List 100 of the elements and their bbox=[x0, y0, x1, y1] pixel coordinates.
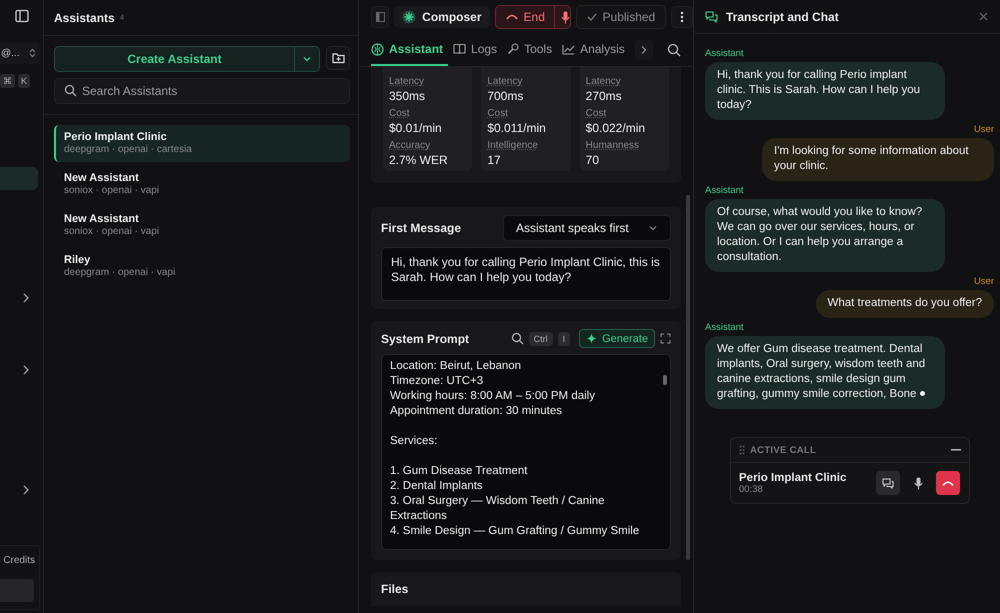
expand-icon[interactable] bbox=[660, 333, 671, 344]
metric-label: Cost bbox=[487, 108, 508, 119]
assistant-item[interactable]: New Assistant soniox · openai · vapi bbox=[54, 166, 350, 203]
close-icon[interactable] bbox=[979, 12, 988, 21]
assistant-name: Perio Implant Clinic bbox=[64, 130, 168, 144]
microphone-icon bbox=[914, 476, 922, 490]
chevron-down-icon bbox=[302, 54, 312, 64]
message-bubble: Hi, thank you for calling Perio implant clinic. This is Sarah. How can I help you today? bbox=[705, 62, 945, 120]
wrench-icon bbox=[507, 43, 520, 55]
speaker-label: Assistant bbox=[705, 48, 745, 59]
drag-handle-icon[interactable] bbox=[739, 445, 745, 455]
card-title: ACTIVE CALL bbox=[750, 444, 816, 456]
published-button[interactable]: Published bbox=[576, 5, 666, 29]
panel-title: Transcript and Chat bbox=[726, 10, 839, 24]
tab[interactable]: Tools bbox=[507, 34, 558, 66]
metric-value: 700ms bbox=[487, 89, 524, 103]
panel-title: Assistants bbox=[54, 10, 115, 24]
search-icon[interactable] bbox=[666, 43, 681, 57]
metric-value: 350ms bbox=[389, 89, 426, 103]
panel-icon bbox=[376, 12, 385, 22]
credits-label: Credits bbox=[3, 555, 35, 566]
chevron-right-icon[interactable] bbox=[22, 292, 30, 304]
assistant-item[interactable]: Perio Implant Clinic deepgram · openai · cartesia bbox=[54, 125, 350, 162]
chat-icon bbox=[882, 478, 894, 488]
speaker-label: Assistant bbox=[705, 322, 745, 333]
first-speaker-dropdown[interactable]: Assistant speaks first bbox=[503, 215, 671, 241]
metric-label: Accuracy bbox=[389, 140, 430, 151]
section-label: First Message bbox=[381, 221, 462, 235]
new-folder-button[interactable] bbox=[326, 46, 350, 70]
workspace-selector[interactable]: @... bbox=[0, 42, 40, 64]
metric-value: 70 bbox=[586, 153, 600, 167]
folder-plus-icon bbox=[332, 52, 344, 64]
system-prompt-field[interactable]: Location: Beirut, Lebanon Timezone: UTC+3 Working hours: 8:00 AM – 5:00 PM daily Appointment duration: 30 minutes Services: 1. Gum Disease Treatment 2. Dental Implants 3. Oral Surgery — Wisdom Teeth / Canine Extractions 4. Smile Design — Gum Grafting / Gummy Smile bbox=[381, 354, 671, 550]
tab[interactable]: Logs bbox=[453, 34, 502, 66]
caller-name: Perio Implant Clinic bbox=[739, 472, 848, 484]
phone-icon bbox=[506, 13, 518, 21]
speaker-label: Assistant bbox=[705, 185, 745, 196]
sidebar-toggle-icon[interactable] bbox=[15, 9, 29, 23]
assistant-count: 4 bbox=[120, 13, 124, 22]
shortcut-key: ⌘ bbox=[0, 74, 15, 88]
book-icon bbox=[453, 43, 466, 55]
scrollbar[interactable] bbox=[686, 195, 690, 560]
call-duration: 00:38 bbox=[739, 484, 764, 494]
message-bubble: Of course, what would you like to know? We can go over our services, hours, or location. Or I can help you arrange a consultation. bbox=[705, 199, 945, 272]
panel-toggle-button[interactable] bbox=[371, 6, 390, 28]
composer-button[interactable]: Composer bbox=[394, 6, 490, 28]
generate-button[interactable]: Generate bbox=[579, 329, 655, 348]
metric-value: 270ms bbox=[586, 89, 623, 103]
metric-value: $0.01/min bbox=[389, 121, 443, 135]
message-bubble: What treatments do you offer? bbox=[816, 290, 994, 318]
chevron-right-icon bbox=[640, 45, 648, 55]
logo-icon bbox=[402, 10, 416, 24]
composer-label: Composer bbox=[422, 10, 482, 24]
more-options-button[interactable] bbox=[671, 6, 693, 28]
shortcut-key: I bbox=[558, 332, 570, 346]
chevron-right-icon[interactable] bbox=[22, 364, 30, 376]
assistant-item[interactable]: New Assistant soniox · openai · vapi bbox=[54, 207, 350, 244]
metric-label: Cost bbox=[586, 108, 606, 119]
scroll-tabs-button[interactable] bbox=[634, 40, 653, 60]
shortcut-key: K bbox=[18, 74, 30, 88]
phone-icon bbox=[942, 480, 954, 486]
metric-label: Latency bbox=[487, 76, 522, 87]
assistant-item[interactable]: Riley deepgram · openai · vapi bbox=[54, 248, 350, 285]
assistant-name: New Assistant bbox=[64, 212, 140, 226]
sparkle-icon bbox=[586, 333, 598, 344]
metric-label: Latency bbox=[586, 76, 621, 87]
microphone-button[interactable] bbox=[554, 6, 570, 28]
check-icon bbox=[586, 13, 597, 21]
typing-indicator bbox=[920, 391, 926, 396]
message-bubble: We offer Gum disease treatment. Dental implants, Oral surgery, wisdom teeth and canine extractions, smile design gum grafting, gummy smile correction, Bone bbox=[705, 336, 945, 409]
search-field[interactable]: Search Assistants bbox=[54, 78, 350, 104]
section-label: System Prompt bbox=[381, 332, 470, 346]
tab[interactable]: Analysis bbox=[562, 34, 630, 66]
assistant-providers: soniox · openai · vapi bbox=[64, 185, 160, 197]
minimize-icon[interactable] bbox=[951, 449, 961, 451]
metric-value: $0.022/min bbox=[586, 121, 646, 135]
metric-value: $0.011/min bbox=[487, 121, 547, 135]
brain-icon bbox=[371, 42, 384, 56]
microphone-icon bbox=[560, 10, 570, 24]
first-message-field[interactable]: Hi, thank you for calling Perio Implant Clinic, this is Sarah. How can I help you today? bbox=[381, 247, 671, 301]
assistant-providers: deepgram · openai · cartesia bbox=[64, 144, 193, 156]
chat-icon bbox=[705, 10, 718, 22]
assistant-providers: soniox · openai · vapi bbox=[64, 226, 160, 238]
metric-value: 17 bbox=[487, 153, 502, 167]
assistant-name: Riley bbox=[64, 253, 92, 267]
shortcut-key: Ctrl bbox=[528, 332, 553, 346]
hang-up-button[interactable] bbox=[936, 471, 960, 495]
metric-label: Cost bbox=[389, 108, 410, 119]
assistant-name: New Assistant bbox=[64, 171, 140, 185]
chat-button[interactable] bbox=[876, 471, 900, 495]
section-label: Files bbox=[381, 582, 408, 596]
more-icon bbox=[680, 11, 684, 23]
metric-value: 2.7% WER bbox=[389, 153, 449, 167]
search-icon[interactable] bbox=[510, 332, 524, 345]
metric-label: Latency bbox=[389, 76, 424, 87]
chevron-right-icon[interactable] bbox=[22, 484, 30, 496]
speaker-label: User bbox=[974, 124, 994, 135]
message-bubble: I'm looking for some information about your clinic. bbox=[762, 138, 994, 181]
metric-label: Humanness bbox=[586, 140, 640, 151]
up-down-chevron-icon bbox=[29, 48, 36, 58]
